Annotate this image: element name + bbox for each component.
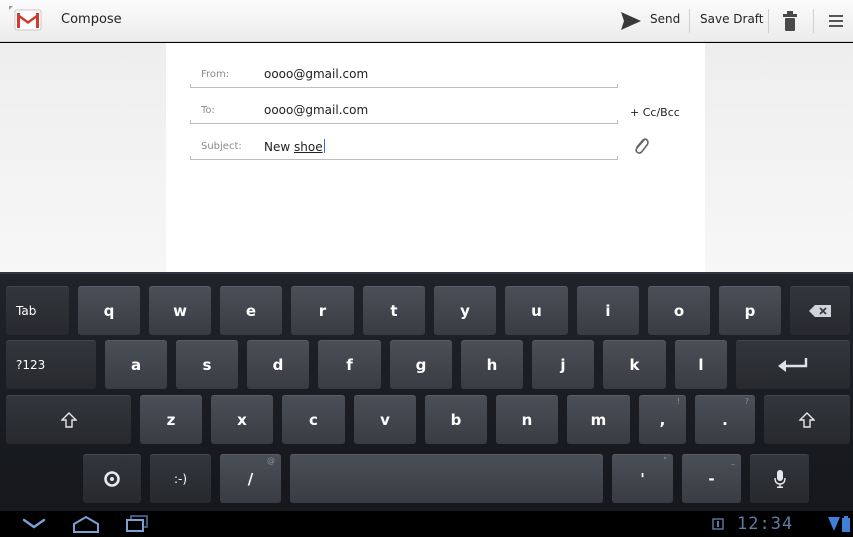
- key-f[interactable]: f: [318, 340, 381, 389]
- key-space[interactable]: [290, 454, 603, 503]
- from-label: From:: [201, 69, 230, 80]
- subject-value: New shoe: [264, 139, 325, 154]
- key-hint: ?: [744, 397, 749, 406]
- key-t[interactable]: t: [363, 286, 425, 335]
- text-cursor: [323, 139, 325, 153]
- key-dash[interactable]: - _: [682, 454, 741, 503]
- key-h[interactable]: h: [461, 340, 523, 389]
- overflow-menu-icon[interactable]: [829, 14, 843, 28]
- key-s[interactable]: s: [176, 340, 238, 389]
- key-smiley[interactable]: :-): [150, 454, 211, 503]
- shift-icon: [799, 411, 815, 428]
- divider: [689, 9, 690, 33]
- wifi-icon: [828, 517, 840, 531]
- key-a[interactable]: a: [105, 340, 167, 389]
- key-q[interactable]: q: [78, 286, 140, 335]
- paperclip-icon[interactable]: [632, 137, 650, 155]
- send-button[interactable]: Send: [650, 12, 680, 26]
- key-o[interactable]: o: [648, 286, 710, 335]
- soft-keyboard: Tab q w e r t y u i o p ?123 a s d f g h…: [0, 272, 853, 511]
- key-tab[interactable]: Tab: [6, 286, 69, 335]
- key-hint: ": [663, 456, 667, 465]
- key-j[interactable]: j: [532, 340, 594, 389]
- key-v[interactable]: v: [354, 395, 416, 444]
- key-p[interactable]: p: [719, 286, 781, 335]
- key-w[interactable]: w: [149, 286, 211, 335]
- key-d[interactable]: d: [247, 340, 309, 389]
- key-period[interactable]: .?: [695, 395, 755, 444]
- key-hint: !: [676, 397, 680, 406]
- notification-icon[interactable]: [712, 518, 724, 530]
- enter-icon: [778, 357, 808, 372]
- key-shift-left[interactable]: [6, 395, 131, 444]
- key-comma[interactable]: ,!: [639, 395, 686, 444]
- send-icon[interactable]: [620, 11, 642, 31]
- recent-apps-icon[interactable]: [125, 515, 149, 533]
- clock: 12:34: [737, 514, 794, 534]
- divider: [813, 9, 814, 33]
- from-value: oooo@gmail.com: [264, 67, 369, 81]
- to-value: oooo@gmail.com: [264, 103, 369, 117]
- key-l[interactable]: l: [675, 340, 727, 389]
- trash-icon[interactable]: [783, 11, 797, 31]
- key-enter[interactable]: [736, 340, 850, 389]
- key-u[interactable]: u: [505, 286, 568, 335]
- mic-icon: [773, 469, 786, 488]
- back-icon[interactable]: [22, 515, 46, 531]
- key-slash[interactable]: / @: [220, 454, 281, 503]
- key-m[interactable]: m: [567, 395, 630, 444]
- key-hint: _: [731, 456, 735, 465]
- key-hint: @: [267, 456, 275, 465]
- key-e[interactable]: e: [220, 286, 282, 335]
- settings-icon: [104, 470, 120, 487]
- backspace-icon: [809, 304, 831, 317]
- shift-icon: [60, 411, 77, 428]
- key-b[interactable]: b: [425, 395, 487, 444]
- key-apostrophe[interactable]: ' ": [612, 454, 673, 503]
- key-x[interactable]: x: [211, 395, 273, 444]
- subject-composing-word: shoe: [294, 140, 323, 154]
- home-icon[interactable]: [72, 515, 100, 533]
- key-z[interactable]: z: [140, 395, 202, 444]
- subject-label: Subject:: [201, 141, 242, 152]
- key-n[interactable]: n: [496, 395, 558, 444]
- subject-field[interactable]: Subject: New shoe: [190, 138, 618, 160]
- to-field[interactable]: To: oooo@gmail.com: [190, 102, 618, 124]
- key-shift-right[interactable]: [764, 395, 850, 444]
- divider: [768, 9, 769, 33]
- page-title: Compose: [61, 12, 122, 27]
- to-label: To:: [201, 105, 215, 116]
- key-i[interactable]: i: [577, 286, 639, 335]
- cc-bcc-button[interactable]: + Cc/Bcc: [630, 106, 680, 119]
- key-symbols[interactable]: ?123: [6, 340, 96, 389]
- key-y[interactable]: y: [434, 286, 496, 335]
- battery-icon: [842, 516, 850, 532]
- key-settings[interactable]: [83, 454, 141, 503]
- from-field[interactable]: From: oooo@gmail.com: [190, 66, 618, 88]
- system-bar: 12:34: [0, 511, 853, 537]
- gmail-icon[interactable]: [9, 6, 45, 36]
- subject-prefix: New: [264, 140, 294, 154]
- key-c[interactable]: c: [282, 395, 345, 444]
- key-g[interactable]: g: [390, 340, 452, 389]
- key-backspace[interactable]: [790, 286, 850, 335]
- key-voice[interactable]: [750, 454, 809, 503]
- key-r[interactable]: r: [291, 286, 354, 335]
- action-bar: Compose Send Save Draft: [0, 0, 853, 42]
- save-draft-button[interactable]: Save Draft: [700, 12, 764, 26]
- key-k[interactable]: k: [603, 340, 666, 389]
